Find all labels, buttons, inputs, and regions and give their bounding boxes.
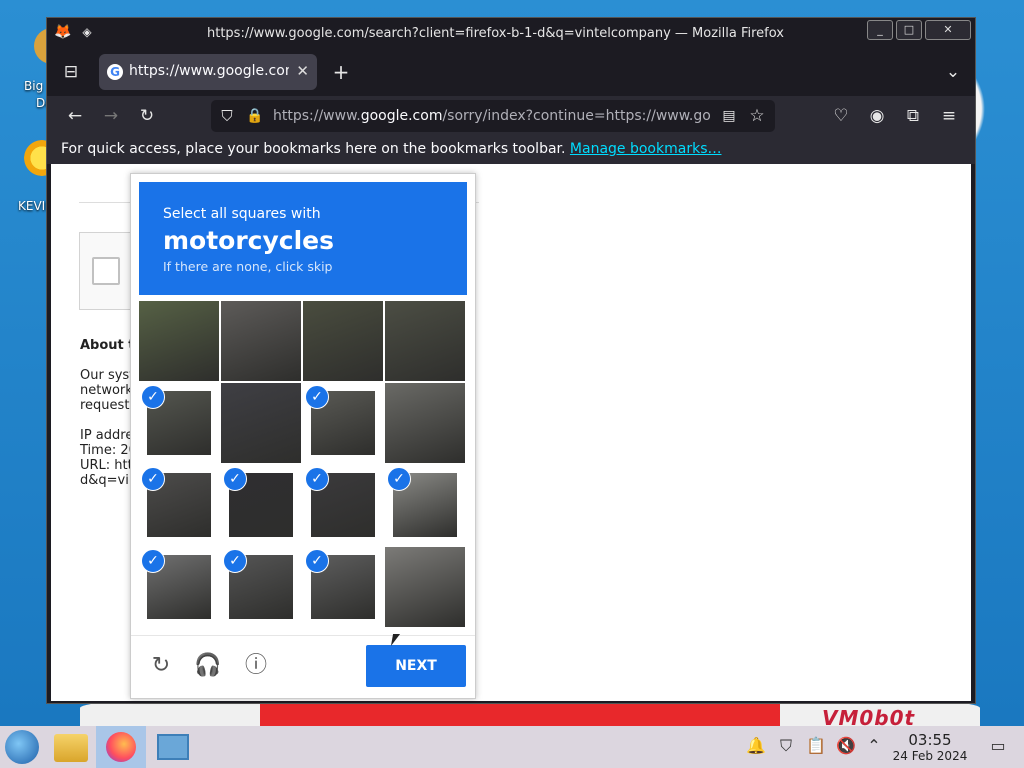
minimize-button[interactable]: _ bbox=[867, 20, 893, 40]
captcha-tile-image bbox=[139, 301, 219, 381]
firefox-menu-icon[interactable]: 🦊 bbox=[51, 20, 75, 44]
tab-bar: ⊟ G https://www.google.com/ ✕ + ⌄ bbox=[47, 48, 975, 96]
account-icon[interactable]: ◉ bbox=[865, 104, 889, 128]
volume-muted-icon[interactable]: 🔇 bbox=[836, 736, 856, 756]
captcha-footer: ↻ 🎧 ⓘ NEXT bbox=[131, 635, 475, 699]
reload-challenge-icon[interactable]: ↻ bbox=[147, 652, 175, 680]
captcha-tile[interactable] bbox=[385, 383, 465, 463]
captcha-tile[interactable] bbox=[139, 301, 219, 381]
start-menu-icon[interactable] bbox=[5, 730, 39, 764]
checkmark-icon: ✓ bbox=[141, 385, 165, 409]
captcha-tile[interactable]: ✓ bbox=[221, 547, 301, 627]
clock[interactable]: 03:55 24 Feb 2024 bbox=[888, 731, 972, 763]
page-text-line: network. bbox=[80, 383, 137, 398]
captcha-tile[interactable] bbox=[385, 301, 465, 381]
checkmark-icon: ✓ bbox=[141, 549, 165, 573]
captcha-tile[interactable]: ✓ bbox=[221, 465, 301, 545]
checkmark-icon: ✓ bbox=[305, 467, 329, 491]
checkmark-icon: ✓ bbox=[141, 467, 165, 491]
captcha-tile-image bbox=[303, 301, 383, 381]
tab-overview-icon[interactable]: ⊟ bbox=[59, 60, 83, 84]
window-titlebar: 🦊 ◈ https://www.google.com/search?client… bbox=[47, 18, 975, 48]
notification-bell-icon[interactable]: 🔔 bbox=[746, 736, 766, 756]
captcha-tile-image bbox=[385, 383, 465, 463]
window-options-icon[interactable]: ◈ bbox=[75, 20, 99, 44]
captcha-grid: ✓ ✓ ✓ ✓ ✓ ✓ ✓ ✓ ✓ bbox=[139, 301, 467, 629]
captcha-target: motorcycles bbox=[163, 226, 335, 255]
captcha-tile[interactable]: ✓ bbox=[139, 465, 219, 545]
captcha-tile-image bbox=[385, 301, 465, 381]
captcha-tile-image bbox=[385, 547, 465, 627]
new-tab-icon[interactable]: + bbox=[329, 60, 353, 84]
window-title: https://www.google.com/search?client=fir… bbox=[207, 26, 784, 41]
clock-date: 24 Feb 2024 bbox=[892, 749, 968, 763]
captcha-tile[interactable]: ✓ bbox=[303, 383, 383, 463]
checkmark-icon: ✓ bbox=[387, 467, 411, 491]
captcha-instruction: Select all squares with bbox=[163, 206, 321, 222]
reader-view-icon[interactable]: ▤ bbox=[717, 104, 741, 128]
captcha-tile[interactable] bbox=[385, 547, 465, 627]
shield-icon[interactable]: ⛉ bbox=[215, 104, 239, 128]
recaptcha-checkbox[interactable] bbox=[92, 257, 120, 285]
captcha-tile[interactable]: ✓ bbox=[139, 547, 219, 627]
bookmarks-toolbar: For quick access, place your bookmarks h… bbox=[47, 136, 975, 164]
tray-expand-icon[interactable]: ⌃ bbox=[864, 736, 884, 756]
pocket-icon[interactable]: ♡ bbox=[829, 104, 853, 128]
page-text-line: requests bbox=[80, 398, 137, 413]
back-icon[interactable]: ← bbox=[63, 104, 87, 128]
maximize-button[interactable]: □ bbox=[896, 20, 922, 40]
captcha-challenge: Select all squares with motorcycles If t… bbox=[130, 173, 476, 699]
extensions-icon[interactable]: ⧉ bbox=[901, 104, 925, 128]
tab-label: https://www.google.com/ bbox=[129, 63, 289, 79]
list-tabs-icon[interactable]: ⌄ bbox=[941, 60, 965, 84]
security-tray-icon[interactable]: ⛉ bbox=[776, 736, 796, 756]
checkmark-icon: ✓ bbox=[305, 385, 329, 409]
captcha-tile[interactable]: ✓ bbox=[303, 465, 383, 545]
desktop-icon-label: Big bbox=[24, 79, 44, 93]
tab-google[interactable]: G https://www.google.com/ ✕ bbox=[99, 54, 317, 90]
url-bar[interactable]: ⛉ 🔒 https://www.google.com/sorry/index?c… bbox=[211, 100, 775, 132]
captcha-tile[interactable] bbox=[221, 301, 301, 381]
captcha-tile[interactable]: ✓ bbox=[303, 547, 383, 627]
close-tab-icon[interactable]: ✕ bbox=[296, 62, 309, 80]
navigation-toolbar: ← → ↻ ⛉ 🔒 https://www.google.com/sorry/i… bbox=[47, 96, 975, 136]
google-favicon-icon: G bbox=[107, 64, 123, 80]
wallpaper-watermark: VM0b0t bbox=[822, 706, 916, 726]
audio-challenge-icon[interactable]: 🎧 bbox=[194, 652, 222, 680]
captcha-tile[interactable] bbox=[221, 383, 301, 463]
next-button[interactable]: NEXT bbox=[366, 645, 466, 687]
forward-icon[interactable]: → bbox=[99, 104, 123, 128]
show-desktop-icon[interactable]: ▭ bbox=[988, 736, 1008, 756]
clipboard-icon[interactable]: 📋 bbox=[806, 736, 826, 756]
manage-bookmarks-link[interactable]: Manage bookmarks… bbox=[570, 141, 722, 157]
bookmarks-message: For quick access, place your bookmarks h… bbox=[61, 141, 722, 157]
bookmark-star-icon[interactable]: ☆ bbox=[745, 104, 769, 128]
page-text-line: Time: 20 bbox=[80, 443, 137, 458]
info-icon[interactable]: ⓘ bbox=[242, 652, 270, 680]
captcha-tile-image bbox=[221, 301, 301, 381]
captcha-tile[interactable] bbox=[303, 301, 383, 381]
checkmark-icon: ✓ bbox=[223, 549, 247, 573]
file-manager-icon[interactable] bbox=[54, 734, 88, 762]
checkmark-icon: ✓ bbox=[223, 467, 247, 491]
firefox-taskbar-icon[interactable] bbox=[96, 726, 146, 768]
control-panel-icon[interactable] bbox=[157, 734, 189, 760]
captcha-header: Select all squares with motorcycles If t… bbox=[139, 182, 467, 295]
close-window-button[interactable]: ✕ bbox=[925, 20, 971, 40]
captcha-tile[interactable]: ✓ bbox=[385, 465, 465, 545]
captcha-tile-image bbox=[221, 383, 301, 463]
captcha-tile[interactable]: ✓ bbox=[139, 383, 219, 463]
clock-time: 03:55 bbox=[908, 731, 952, 749]
app-menu-icon[interactable]: ≡ bbox=[937, 104, 961, 128]
lock-icon[interactable]: 🔒 bbox=[243, 104, 267, 128]
captcha-hint: If there are none, click skip bbox=[163, 259, 333, 274]
taskbar: 🔔 ⛉ 📋 🔇 ⌃ 03:55 24 Feb 2024 ▭ bbox=[0, 726, 1024, 768]
reload-icon[interactable]: ↻ bbox=[135, 104, 159, 128]
url-text[interactable]: https://www.google.com/sorry/index?conti… bbox=[273, 108, 713, 124]
checkmark-icon: ✓ bbox=[305, 549, 329, 573]
